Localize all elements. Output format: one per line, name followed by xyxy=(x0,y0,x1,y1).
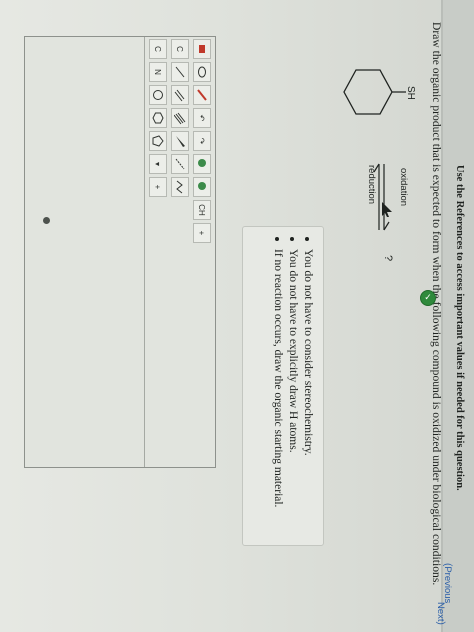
chain-icon xyxy=(176,180,183,194)
atom-c-label: C xyxy=(175,46,185,52)
bracket-tool[interactable]: + xyxy=(149,177,167,197)
zoom-out-tool[interactable] xyxy=(193,177,211,197)
atom-select-tool[interactable]: C xyxy=(149,39,167,59)
text-tool-label: CH xyxy=(197,204,207,216)
eraser-tool[interactable] xyxy=(193,39,211,59)
pencil-icon xyxy=(197,89,207,101)
toolbar-row-3: C N ▾ + xyxy=(149,39,167,197)
hint-box: You do not have to consider stereochemis… xyxy=(242,226,324,546)
hexagon-tool[interactable] xyxy=(149,108,167,128)
pentagon-tool[interactable] xyxy=(149,131,167,151)
atom-menu-label: N xyxy=(153,69,163,75)
atom-c-tool[interactable]: C xyxy=(171,39,189,59)
cyclohexane-thiol-structure xyxy=(343,69,406,115)
hint-list: You do not have to consider stereochemis… xyxy=(270,227,323,545)
drawing-canvas[interactable] xyxy=(25,37,144,467)
zoom-out-icon xyxy=(198,182,206,190)
checkmark-badge[interactable]: ✓ xyxy=(420,290,436,306)
hint-item: You do not have to consider stereochemis… xyxy=(300,237,315,545)
hash-bond-icon xyxy=(175,158,185,170)
pentagon-icon xyxy=(152,135,164,147)
charge-label: + xyxy=(197,230,207,236)
double-bond-tool[interactable] xyxy=(171,85,189,105)
thiol-label: SH xyxy=(405,86,416,100)
chevron-right-icon: ) xyxy=(435,621,446,625)
wedge-bond-tool[interactable] xyxy=(171,131,189,151)
lasso-icon xyxy=(198,66,206,78)
undo-icon: ↶ xyxy=(197,114,207,122)
toolbar-row-1: ↶ ↷ CH + xyxy=(193,39,211,243)
hexagon-icon xyxy=(152,112,164,124)
redo-tool[interactable]: ↷ xyxy=(193,131,211,151)
ring-menu-tool[interactable]: ▾ xyxy=(149,154,167,174)
reduction-label: reduction xyxy=(366,165,377,205)
next-label: Next xyxy=(435,602,446,622)
triple-bond-tool[interactable] xyxy=(171,108,189,128)
hint-item: You do not have to explicitly draw H ato… xyxy=(285,237,300,545)
question-page: Use the References to access important v… xyxy=(0,0,474,632)
pencil-tool[interactable] xyxy=(193,85,211,105)
references-note: Use the References to access important v… xyxy=(454,165,465,491)
undo-tool[interactable]: ↶ xyxy=(193,108,211,128)
bracket-icon: + xyxy=(153,184,163,190)
structure-editor[interactable]: ↶ ↷ CH + C C N ▾ + xyxy=(24,36,216,468)
toolbar-row-2: C xyxy=(171,39,189,197)
zoom-in-icon xyxy=(198,159,206,167)
redo-icon: ↷ xyxy=(197,137,207,145)
previous-button[interactable]: (Previous xyxy=(442,563,453,603)
check-icon: ✓ xyxy=(424,293,432,303)
mouse-cursor-icon xyxy=(382,202,392,217)
zoom-in-tool[interactable] xyxy=(193,154,211,174)
ring-circle-tool[interactable] xyxy=(149,85,167,105)
text-tool[interactable]: CH xyxy=(193,200,211,220)
double-bond-icon xyxy=(174,89,185,102)
chain-tool[interactable] xyxy=(171,177,189,197)
next-button[interactable]: Next) xyxy=(435,602,446,625)
charge-tool[interactable]: + xyxy=(193,223,211,243)
eraser-icon xyxy=(199,45,205,53)
single-bond-icon xyxy=(175,66,185,78)
hint-item: If no reaction occurs, draw the organic … xyxy=(270,237,285,545)
hash-bond-tool[interactable] xyxy=(171,154,189,174)
single-bond-tool[interactable] xyxy=(171,62,189,82)
atom-menu-tool[interactable]: N xyxy=(149,62,167,82)
atom-select-label: C xyxy=(153,46,163,52)
unknown-product-mark: ? xyxy=(382,255,394,262)
lasso-tool[interactable] xyxy=(193,62,211,82)
wedge-bond-icon xyxy=(176,136,185,147)
oxidation-label: oxidation xyxy=(398,168,409,207)
triple-bond-icon xyxy=(174,112,186,125)
canvas-dot xyxy=(43,217,50,224)
chevron-down-icon: ▾ xyxy=(153,161,163,166)
editor-toolbar: ↶ ↷ CH + C C N ▾ + xyxy=(144,37,215,467)
ring-circle-icon xyxy=(153,90,163,100)
previous-label: Previous xyxy=(442,566,453,604)
